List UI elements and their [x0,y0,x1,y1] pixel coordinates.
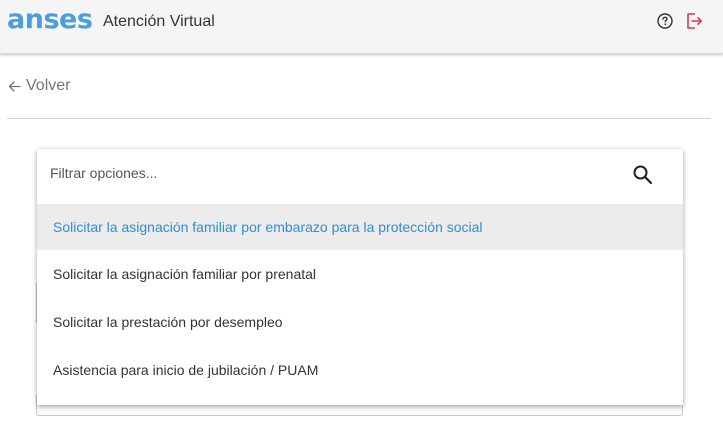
app-header: anses Atención Virtual [0,0,723,54]
anses-logo[interactable]: anses [7,4,93,36]
option-item[interactable]: Solicitar la asignación familiar por pre… [37,250,683,298]
divider [7,118,711,119]
back-link[interactable]: Volver [8,77,70,95]
search-icon[interactable] [632,164,653,185]
arrow-left-icon [8,80,21,92]
options-list: Solicitar la asignación familiar por emb… [37,204,683,394]
help-icon[interactable] [657,13,673,29]
back-label: Volver [26,77,71,94]
filter-input[interactable] [50,161,610,185]
filter-row [37,149,683,198]
option-item[interactable]: Solicitar la asignación familiar por emb… [37,204,683,250]
logout-icon[interactable] [685,12,703,30]
option-item[interactable]: Solicitar la prestación por desempleo [37,298,683,346]
app-title: Atención Virtual [103,13,215,30]
options-dropdown: Solicitar la asignación familiar por emb… [37,149,683,405]
option-item[interactable]: Asistencia para inicio de jubilación / P… [37,346,683,394]
